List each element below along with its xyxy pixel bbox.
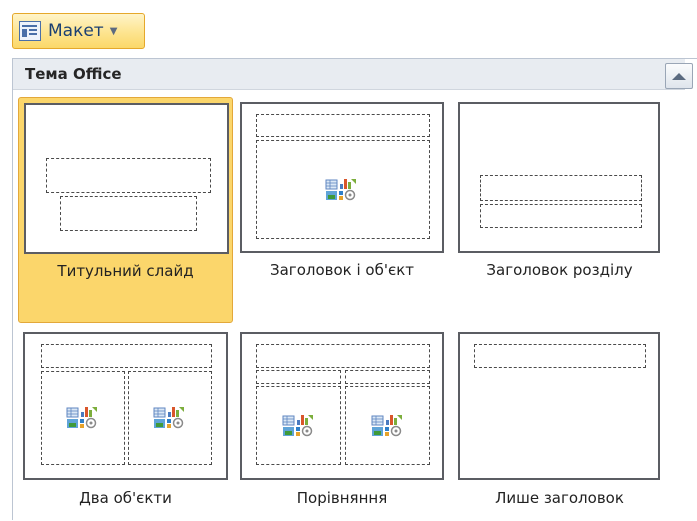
layout-two-content[interactable]: Два об'єкти: [18, 327, 233, 521]
layout-thumbnail: [458, 332, 660, 480]
title-placeholder: [480, 175, 642, 201]
layout-thumbnail: [240, 332, 444, 480]
layout-comparison[interactable]: Порівняння: [236, 327, 448, 521]
content-insert-icon: [153, 407, 184, 429]
layout-dropdown-button[interactable]: Макет ▼: [12, 13, 145, 49]
gallery-section-header: Тема Office: [13, 59, 685, 90]
slide-layout-icon: [19, 21, 41, 41]
title-placeholder: [256, 344, 430, 368]
layout-name: Лише заголовок: [495, 489, 624, 507]
right-content-placeholder: [128, 371, 212, 465]
content-insert-icon: [325, 179, 356, 201]
scroll-up-button[interactable]: [665, 63, 693, 89]
layout-button-label: Макет: [48, 21, 104, 41]
right-heading-placeholder: [345, 370, 430, 384]
right-content-placeholder: [345, 386, 430, 465]
layout-thumbnail: [23, 332, 228, 480]
content-placeholder: [256, 140, 430, 239]
layout-thumbnail: [240, 102, 444, 253]
layout-name: Титульний слайд: [57, 262, 194, 280]
gallery-section-title: Тема Office: [25, 65, 122, 83]
scroll-up-arrow-icon: [672, 72, 686, 80]
title-placeholder: [474, 344, 646, 368]
layout-name: Порівняння: [296, 489, 388, 507]
title-placeholder: [46, 158, 211, 193]
content-insert-icon: [282, 415, 313, 437]
text-placeholder: [480, 204, 642, 228]
layout-name: Два об'єкти: [79, 489, 172, 507]
layout-title-only[interactable]: Лише заголовок: [454, 327, 665, 521]
layout-thumbnail: [24, 103, 229, 254]
left-content-placeholder: [256, 386, 341, 465]
layout-thumbnail: [458, 102, 660, 253]
left-heading-placeholder: [256, 370, 341, 384]
subtitle-placeholder: [60, 196, 197, 231]
layout-gallery: Тема Office Титульний слайд Заголовок і …: [12, 58, 697, 520]
chevron-down-icon: ▼: [109, 25, 118, 37]
title-placeholder: [41, 344, 212, 368]
layout-name: Заголовок і об'єкт: [270, 261, 414, 279]
left-content-placeholder: [41, 371, 125, 465]
content-insert-icon: [66, 407, 97, 429]
layout-name: Заголовок розділу: [486, 261, 633, 279]
content-insert-icon: [371, 415, 402, 437]
layout-title-and-content[interactable]: Заголовок і об'єкт: [236, 97, 448, 323]
layout-title-slide[interactable]: Титульний слайд: [18, 97, 233, 323]
title-placeholder: [256, 114, 430, 137]
layout-section-header[interactable]: Заголовок розділу: [454, 97, 665, 323]
